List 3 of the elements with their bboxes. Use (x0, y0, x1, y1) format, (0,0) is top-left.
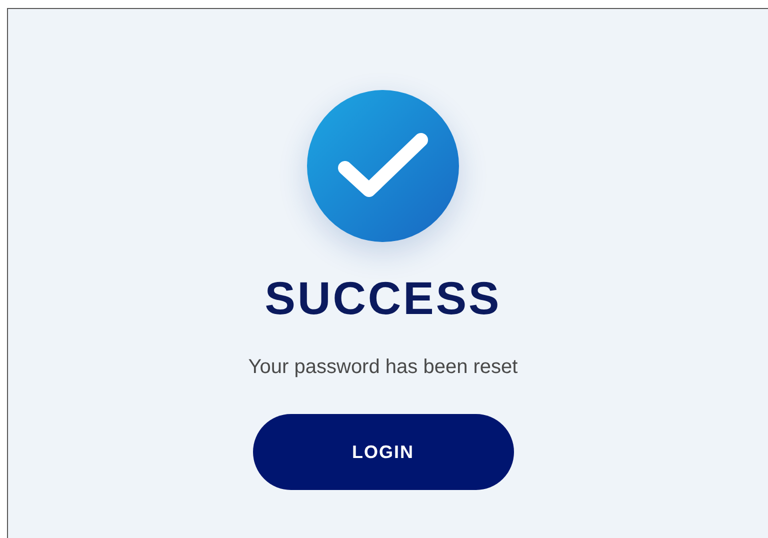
login-button[interactable]: LOGIN (252, 414, 514, 490)
success-title: SUCCESS (264, 271, 502, 326)
reset-message: Your password has been reset (248, 355, 518, 380)
